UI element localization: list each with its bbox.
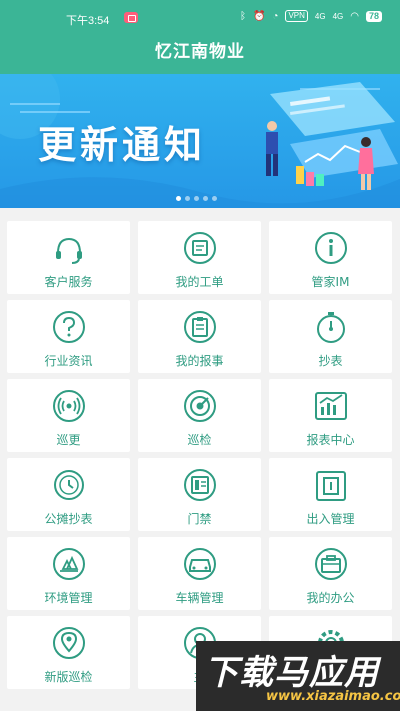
feature-tile-label: 出入管理 [306,512,355,526]
history-icon [54,470,84,500]
feature-tile[interactable]: 我的办公 [269,537,392,610]
feature-tile[interactable]: 车辆管理 [138,537,261,610]
feature-tile-label: 门禁 [187,512,212,526]
carousel-dot[interactable] [194,196,199,201]
clipboard-icon [184,311,216,343]
carousel-indicator [176,196,217,201]
banner-carousel[interactable]: 更新通知 [0,74,400,208]
alarm-icon: ◔ [272,10,279,22]
feature-tile-label: 巡更 [56,433,81,447]
feature-tile-label: 巡检 [187,433,212,447]
watermark-brand: 下载马应用 [204,653,379,693]
feature-tile[interactable]: 出入管理 [269,458,392,531]
watermark-domain: www.xiazaimao.com [266,689,400,704]
page-title: 忆江南物业 [0,34,400,74]
feature-grid: 客户服务 我的工单 管家IM 行业资讯 我的报事 抄表巡更 巡检 报表中心公摊抄表 门禁 出入管理… [7,221,393,689]
feature-tile-label: 环境管理 [44,591,93,605]
chart-icon [315,392,347,420]
feature-tile[interactable]: 环境管理 [7,537,130,610]
feature-tile[interactable]: 公摊抄表 [7,458,130,531]
feature-tile[interactable]: 报表中心 [269,379,392,452]
wifi-icon: ◠ [350,10,359,22]
battery-level: 78 [365,10,382,22]
signal-2-label: 4G [332,11,344,21]
map-pin-icon [53,627,85,659]
tree-icon [53,548,85,580]
feature-tile-label: 客户服务 [44,275,93,289]
carousel-dot[interactable] [203,196,208,201]
carousel-dot[interactable] [185,196,190,201]
work-order-icon [184,232,216,264]
feature-tile[interactable]: 巡检 [138,379,261,452]
feature-tile-label: 抄表 [318,354,343,368]
headset-icon [56,237,82,264]
feature-tile-label: 行业资讯 [44,354,93,368]
car-icon [184,548,216,580]
info-icon [315,232,347,264]
carousel-dot[interactable] [176,196,181,201]
feature-tile-label: 公摊抄表 [44,512,93,526]
watermark-logo: 下载马应用 www.xiazaimao.com [196,641,400,711]
briefcase-icon [315,548,347,580]
message-notification-icon [124,12,138,23]
feature-tile-label: 报表中心 [306,433,355,447]
feature-tile-label: 我的报事 [175,354,224,368]
status-time: 下午3:54 [66,15,110,27]
feature-tile-label: 新版巡检 [44,670,93,684]
status-icons: ᛒ ⏰ ◔ VPN 4G 4G ◠ 78 [240,10,382,22]
feature-tile[interactable]: 门禁 [138,458,261,531]
banner-headline: 更新通知 [38,123,207,167]
feature-tile-label: 车辆管理 [175,591,224,605]
feature-tile[interactable]: 我的工单 [138,221,261,294]
carousel-dot[interactable] [212,196,217,201]
signal-1-label: 4G [314,11,326,21]
signal-icon [53,390,85,422]
door-card-icon [184,469,216,501]
feature-tile[interactable]: 我的报事 [138,300,261,373]
status-bar: 下午3:54 ᛒ ⏰ ◔ VPN 4G 4G ◠ 78 [0,0,400,34]
feature-tile[interactable]: 抄表 [269,300,392,373]
feature-tile-label: 我的办公 [306,591,355,605]
feature-tile-label: 我的工单 [175,275,224,289]
feature-tile[interactable]: 管家IM [269,221,392,294]
question-icon [53,311,85,343]
feature-tile[interactable]: 行业资讯 [7,300,130,373]
stopwatch-icon [317,312,345,343]
bluetooth-icon: ᛒ [239,10,246,22]
target-icon [184,390,216,422]
alarm-off-icon: ⏰ [252,10,266,22]
feature-tile-label: 管家IM [311,275,350,289]
feature-tile[interactable]: 新版巡检 [7,616,130,689]
feature-tile[interactable]: 客户服务 [7,221,130,294]
vpn-badge: VPN [285,10,308,22]
feature-tile[interactable]: 巡更 [7,379,130,452]
entry-icon [316,471,346,501]
